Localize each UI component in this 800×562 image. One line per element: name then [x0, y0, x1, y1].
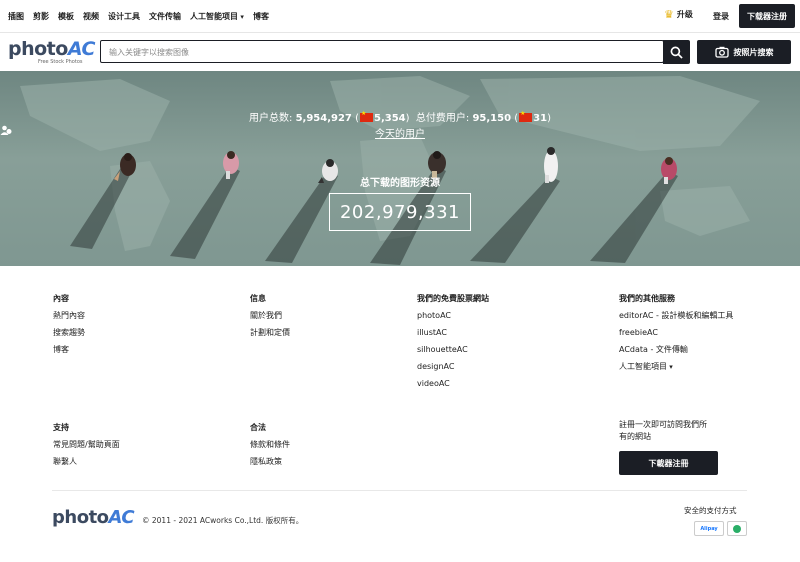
- nav-links: 插图 剪影 模板 视频 设计工具 文件传输 人工智能项目 博客: [8, 0, 269, 32]
- footer-link-illustac[interactable]: illustAC: [417, 328, 447, 337]
- users-total: 5,954,927: [295, 113, 352, 124]
- footer-register-note: 註冊一次即可訪問我們所 有的網站: [619, 419, 707, 443]
- alipay-icon: Alipay: [694, 521, 724, 536]
- users-cn: 5,354: [373, 113, 406, 124]
- footer-link-blog[interactable]: 博客: [53, 345, 69, 354]
- footer-logo-photo: photo: [52, 507, 109, 528]
- footer-link-videoac[interactable]: videoAC: [417, 379, 450, 388]
- paid-users-total: 95,150: [472, 113, 512, 124]
- today-users-label: 今天的用户: [375, 129, 425, 140]
- footer-col-other-services: 我們的其他服務 editorAC - 設計模板和編輯工具 freebieAC A…: [619, 290, 733, 376]
- image-search-label: 按照片搜索: [733, 47, 774, 57]
- logo-photo-text: photo: [8, 38, 68, 60]
- footer-col-content: 內容 熱門內容 搜索趨勢 博客: [53, 290, 85, 358]
- camera-icon: [714, 46, 729, 58]
- copyright-text: © 2011 - 2021 ACworks Co.,Ltd. 版权所有。: [142, 516, 304, 525]
- site-logo[interactable]: photoAC Free Stock Photos: [8, 38, 95, 66]
- footer-link-photoac[interactable]: photoAC: [417, 311, 451, 320]
- nav-ai-projects-dropdown[interactable]: 人工智能项目: [190, 11, 244, 22]
- downloads-counter: 202,979,331: [329, 193, 471, 231]
- footer-register-button[interactable]: 下載器注冊: [619, 451, 718, 475]
- crown-icon: ♛: [664, 7, 674, 21]
- today-users-link[interactable]: 今天的用户: [0, 125, 800, 140]
- user-stats: 用户总数: 5,954,927 (5,354) 总付费用户: 95,150 (3…: [0, 109, 800, 124]
- search-icon: [670, 46, 683, 59]
- top-navigation: 插图 剪影 模板 视频 设计工具 文件传输 人工智能项目 博客 ♛ 升级 登录 …: [0, 0, 800, 33]
- wechat-pay-icon: [727, 521, 747, 536]
- china-flag-icon: [359, 110, 373, 122]
- footer-link-editorac[interactable]: editorAC - 設計模板和編輯工具: [619, 311, 733, 320]
- footer-link-faq[interactable]: 常見問題/幫助頁面: [53, 440, 120, 449]
- footer-link-ai-projects-dropdown[interactable]: 人工智能項目: [619, 362, 673, 371]
- footer-heading-support: 支持: [53, 423, 69, 432]
- footer-col-support: 支持 常見問題/幫助頁面 聯繫人: [53, 419, 120, 470]
- register-note-line-2: 有的網站: [619, 432, 651, 441]
- search-bar-row: photoAC Free Stock Photos 按照片搜索: [0, 33, 800, 71]
- footer-heading-info: 信息: [250, 294, 266, 303]
- logo-ac-text: AC: [67, 38, 96, 60]
- footer-logo-ac: AC: [108, 507, 135, 528]
- nav-design-tools[interactable]: 设计工具: [108, 11, 140, 22]
- search-button[interactable]: [663, 40, 690, 64]
- china-flag-icon: [519, 110, 533, 122]
- alipay-label: Alipay: [700, 525, 718, 532]
- footer-link-silhouetteac[interactable]: silhouetteAC: [417, 345, 468, 354]
- nav-silhouette[interactable]: 剪影: [33, 11, 49, 22]
- nav-illustration[interactable]: 插图: [8, 11, 24, 22]
- footer-heading-free-sites: 我們的免費股票網站: [417, 294, 489, 303]
- users-icon: [0, 125, 12, 135]
- footer-heading-other-services: 我們的其他服務: [619, 294, 675, 303]
- footer-heading-legal: 合法: [250, 423, 266, 432]
- nav-file-transfer[interactable]: 文件传输: [149, 11, 181, 22]
- search-box: [100, 40, 664, 63]
- paid-users-cn: 31: [533, 113, 548, 124]
- footer-link-contact[interactable]: 聯繫人: [53, 457, 77, 466]
- register-button[interactable]: 下载器注册: [739, 4, 795, 28]
- footer-link-pricing[interactable]: 計劃和定價: [250, 328, 290, 337]
- image-search-button[interactable]: 按照片搜索: [697, 40, 791, 64]
- search-input[interactable]: [107, 44, 651, 61]
- login-link[interactable]: 登录: [713, 11, 729, 22]
- upgrade-link[interactable]: ♛ 升级: [664, 9, 693, 20]
- footer-col-free-sites: 我們的免費股票網站 photoAC illustAC silhouetteAC …: [417, 290, 489, 392]
- footer-link-about[interactable]: 關於我們: [250, 311, 282, 320]
- register-note-line-1: 註冊一次即可訪問我們所: [619, 420, 707, 429]
- nav-blog[interactable]: 博客: [253, 11, 269, 22]
- footer-link-acdata[interactable]: ACdata - 文件傳輸: [619, 345, 688, 354]
- footer-col-legal: 合法 條款和條件 隱私政策: [250, 419, 290, 470]
- nav-template[interactable]: 模板: [58, 11, 74, 22]
- hero-banner: 用户总数: 5,954,927 (5,354) 总付费用户: 95,150 (3…: [0, 71, 800, 266]
- footer-logo[interactable]: photoAC: [52, 507, 135, 528]
- users-label: 用户总数:: [249, 113, 293, 124]
- footer-link-popular[interactable]: 熱門內容: [53, 311, 85, 320]
- downloads-label: 总下载的图形资源: [360, 178, 440, 189]
- footer-link-designac[interactable]: designAC: [417, 362, 454, 371]
- footer-heading-content: 內容: [53, 294, 69, 303]
- footer-link-privacy[interactable]: 隱私政策: [250, 457, 282, 466]
- footer-link-freebieac[interactable]: freebieAC: [619, 328, 658, 337]
- footer-link-terms[interactable]: 條款和條件: [250, 440, 290, 449]
- payment-methods-title: 安全的支付方式: [684, 506, 737, 515]
- logo-tagline: Free Stock Photos: [38, 59, 83, 65]
- footer-divider: [52, 490, 747, 491]
- footer-col-info: 信息 關於我們 計劃和定價: [250, 290, 290, 341]
- upgrade-label: 升级: [676, 10, 693, 19]
- nav-video[interactable]: 视频: [83, 11, 99, 22]
- footer-link-search-trends[interactable]: 搜索趨勢: [53, 328, 85, 337]
- paid-users-label: 总付费用户:: [415, 113, 470, 124]
- hero-background-image: [20, 76, 760, 265]
